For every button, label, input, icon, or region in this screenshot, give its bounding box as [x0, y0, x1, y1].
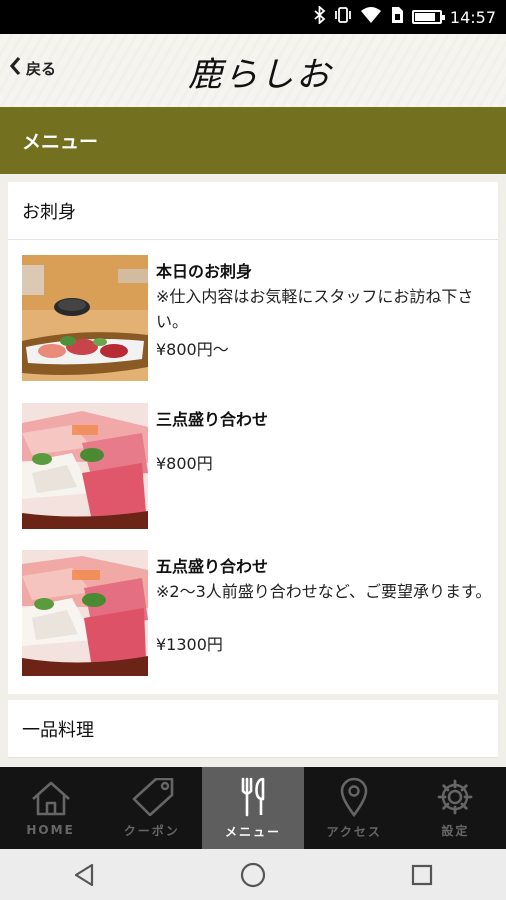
- section-header-sashimi: お刺身: [8, 182, 498, 240]
- menu-item[interactable]: 本日のお刺身 ※仕入内容はお気軽にスタッフにお訪ね下さい。 ¥800円〜: [8, 240, 498, 381]
- gear-icon: [436, 778, 474, 816]
- menu-item-photo: [22, 255, 148, 381]
- bottom-tab-bar: HOME クーポン メニュー アクセス 設定: [0, 767, 506, 849]
- menu-item-price: ¥800円: [156, 454, 213, 473]
- nav-back-button[interactable]: [54, 855, 114, 895]
- tab-label: アクセス: [326, 824, 382, 839]
- chevron-left-icon: [8, 55, 22, 81]
- menu-item-price: ¥1300円: [156, 635, 223, 654]
- tab-coupon[interactable]: クーポン: [101, 767, 202, 849]
- nav-home-button[interactable]: [223, 855, 283, 895]
- tab-settings[interactable]: 設定: [405, 767, 506, 849]
- menu-content[interactable]: お刺身 本日のお刺身 ※仕入内容はお気軽にスタッフにお訪ね下さい。 ¥800円〜…: [0, 174, 506, 767]
- app-header: 戻る 鹿らしお: [0, 34, 506, 107]
- tab-access[interactable]: アクセス: [304, 767, 405, 849]
- menu-item-photo: [22, 550, 148, 676]
- back-button[interactable]: 戻る: [8, 52, 56, 84]
- status-time: 14:57: [449, 7, 496, 27]
- map-pin-icon: [339, 777, 369, 817]
- tab-label: メニュー: [224, 824, 281, 839]
- wifi-icon: [360, 6, 382, 28]
- menu-list: 本日のお刺身 ※仕入内容はお気軽にスタッフにお訪ね下さい。 ¥800円〜 三点盛…: [8, 240, 498, 694]
- menu-item-price: ¥800円〜: [156, 340, 229, 359]
- sim-icon: [390, 6, 404, 28]
- logo: 鹿らしお: [188, 54, 332, 95]
- tab-menu[interactable]: メニュー: [202, 767, 304, 849]
- system-nav-bar: [0, 849, 506, 900]
- vibrate-icon: [334, 6, 352, 28]
- menu-item[interactable]: 三点盛り合わせ ¥800円: [8, 388, 498, 529]
- tab-label: 設定: [441, 823, 470, 838]
- tab-label: HOME: [26, 823, 75, 837]
- tab-label: クーポン: [123, 823, 180, 838]
- page-title: メニュー: [0, 107, 506, 174]
- nav-recents-button[interactable]: [392, 855, 452, 895]
- section-header-ippin: 一品料理: [8, 700, 498, 758]
- tab-home[interactable]: HOME: [0, 767, 101, 849]
- menu-item-name: 三点盛り合わせ: [156, 410, 269, 429]
- bluetooth-icon: [314, 4, 326, 28]
- menu-item-name: 本日のお刺身: [156, 262, 253, 281]
- status-bar: 14:57: [0, 0, 506, 34]
- back-label: 戻る: [26, 59, 57, 78]
- menu-item-name: 五点盛り合わせ: [156, 557, 269, 576]
- utensils-icon: [235, 777, 271, 817]
- menu-item-description: ※仕入内容はお気軽にスタッフにお訪ね下さい。: [156, 287, 474, 331]
- battery-icon: [411, 10, 445, 24]
- home-icon: [29, 779, 73, 817]
- menu-item-description: ※2〜3人前盛り合わせなど、ご要望承ります。: [156, 582, 492, 601]
- menu-item[interactable]: 五点盛り合わせ ※2〜3人前盛り合わせなど、ご要望承ります。 ¥1300円: [8, 535, 498, 676]
- tag-icon: [128, 777, 176, 816]
- menu-item-photo: [22, 403, 148, 529]
